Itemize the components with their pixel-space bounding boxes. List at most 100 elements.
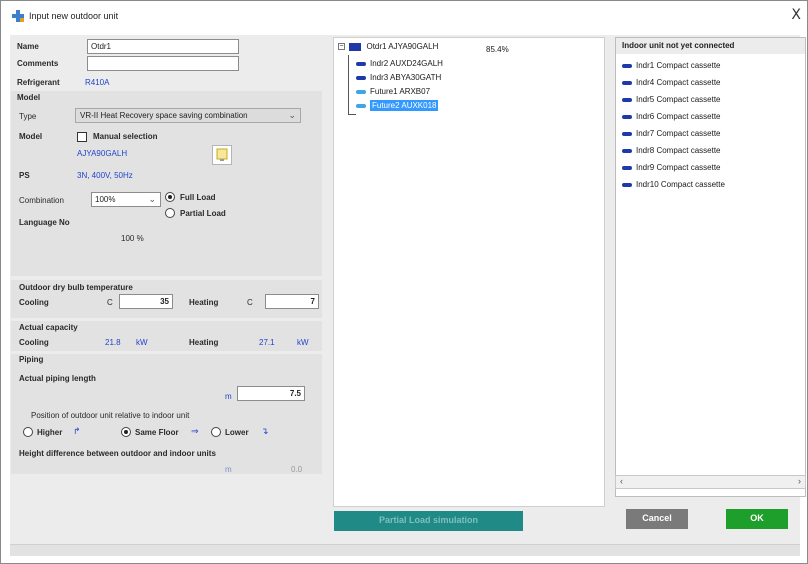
cooling-temp-input[interactable]: 35 xyxy=(119,294,173,309)
list-item-label: Indr5 Compact cassette xyxy=(636,95,721,104)
unconnected-list-header: Indoor unit not yet connected xyxy=(616,38,805,54)
list-item[interactable]: Indr4 Compact cassette xyxy=(622,78,720,87)
full-load-label: Full Load xyxy=(180,193,216,202)
outdoor-temp-title: Outdoor dry bulb temperature xyxy=(19,283,133,292)
outdoor-unit-icon xyxy=(349,42,362,51)
comments-label: Comments xyxy=(17,59,59,68)
higher-label: Higher xyxy=(37,428,63,437)
indoor-unit-icon xyxy=(622,80,632,85)
list-item[interactable]: Indr10 Compact cassette xyxy=(622,180,725,189)
list-item[interactable]: Indr7 Compact cassette xyxy=(622,129,720,138)
piping-length-input[interactable]: 7.5 xyxy=(237,386,305,401)
chevron-down-icon: ⌄ xyxy=(288,110,296,120)
height-diff-value: 0.0 xyxy=(291,465,303,474)
capacity-heating-value: 27.1 xyxy=(259,338,275,347)
combination-select[interactable]: 100% ⌄ xyxy=(91,192,161,207)
tree-child-selected[interactable]: Future2 AUXK018 xyxy=(356,100,439,111)
close-button[interactable]: X xyxy=(791,7,801,23)
unit-tree[interactable]: − Otdr1 AJYA90GALH 85.4% Indr2 AUXD24GAL… xyxy=(333,37,605,507)
model-section-title: Model xyxy=(17,93,41,102)
status-strip xyxy=(10,544,800,556)
collapse-icon[interactable]: − xyxy=(338,43,345,51)
language-value: 100 % xyxy=(121,234,144,243)
capacity-heating-label: Heating xyxy=(189,338,219,347)
language-label: Language No xyxy=(19,218,70,227)
capacity-cooling-value: 21.8 xyxy=(105,338,121,347)
list-item[interactable]: Indr1 Compact cassette xyxy=(622,61,720,70)
tree-child-label: Future2 AUXK018 xyxy=(370,100,439,111)
future-unit-icon xyxy=(356,89,366,94)
indoor-unit-icon xyxy=(356,75,366,80)
tree-child[interactable]: Future1 ARXB07 xyxy=(356,87,430,96)
list-item[interactable]: Indr6 Compact cassette xyxy=(622,112,720,121)
future-unit-icon xyxy=(356,103,366,108)
indoor-unit-icon xyxy=(622,114,632,119)
list-item[interactable]: Indr8 Compact cassette xyxy=(622,146,720,155)
type-label: Type xyxy=(19,112,37,121)
piping-title: Piping xyxy=(19,355,44,364)
list-item[interactable]: Indr5 Compact cassette xyxy=(622,95,720,104)
list-item-label: Indr7 Compact cassette xyxy=(636,129,721,138)
capacity-cooling-label: Cooling xyxy=(19,338,49,347)
tree-child[interactable]: Indr3 ABYA30GATH xyxy=(356,73,441,82)
combination-value: 100% xyxy=(95,195,116,204)
ok-button[interactable]: OK xyxy=(726,509,788,529)
arrow-down-icon: ↴ xyxy=(261,426,269,436)
type-select[interactable]: VR-II Heat Recovery space saving combina… xyxy=(75,108,301,123)
model-value: AJYA90GALH xyxy=(77,149,128,158)
window-title: Input new outdoor unit xyxy=(29,11,119,21)
partial-load-label: Partial Load xyxy=(180,209,226,218)
height-diff-unit: m xyxy=(225,465,232,474)
unconnected-list[interactable]: Indoor unit not yet connected Indr1 Comp… xyxy=(615,37,806,497)
partial-load-simulation-button[interactable]: Partial Load simulation xyxy=(334,511,523,531)
same-floor-label: Same Floor xyxy=(135,428,179,437)
full-load-radio[interactable] xyxy=(165,192,175,202)
manual-selection-label: Manual selection xyxy=(93,132,158,141)
manual-selection-checkbox[interactable] xyxy=(77,132,87,142)
capacity-heating-unit: kW xyxy=(297,338,309,347)
actual-capacity-title: Actual capacity xyxy=(19,323,78,332)
partial-load-radio[interactable] xyxy=(165,208,175,218)
bulb-icon xyxy=(216,148,228,161)
cancel-button[interactable]: Cancel xyxy=(626,509,688,529)
left-panel: Name Otdr1 Comments Refrigerant R410A Mo… xyxy=(11,36,322,544)
higher-radio[interactable] xyxy=(23,427,33,437)
indoor-unit-icon xyxy=(622,182,632,187)
cooling-temp-unit: C xyxy=(107,298,113,307)
heating-temp-unit: C xyxy=(247,298,253,307)
lower-label: Lower xyxy=(225,428,249,437)
tree-connector xyxy=(348,55,356,115)
list-item-label: Indr9 Compact cassette xyxy=(636,163,721,172)
height-diff-label: Height difference between outdoor and in… xyxy=(19,449,216,458)
scroll-right-icon[interactable]: › xyxy=(798,476,801,486)
lower-radio[interactable] xyxy=(211,427,221,437)
combination-label: Combination xyxy=(19,196,64,205)
heating-temp-input[interactable]: 7 xyxy=(265,294,319,309)
tree-child[interactable]: Indr2 AUXD24GALH xyxy=(356,59,443,68)
comments-field[interactable] xyxy=(87,56,239,71)
app-icon xyxy=(12,10,24,22)
tree-child-label: Indr3 ABYA30GATH xyxy=(370,73,442,82)
title-bar: Input new outdoor unit X xyxy=(2,2,807,33)
tree-root-percent: 85.4% xyxy=(486,45,509,54)
capacity-cooling-unit: kW xyxy=(136,338,148,347)
same-floor-radio[interactable] xyxy=(121,427,131,437)
scroll-left-icon[interactable]: ‹ xyxy=(620,476,623,486)
refrigerant-value: R410A xyxy=(85,78,110,87)
tree-root[interactable]: − Otdr1 AJYA90GALH xyxy=(338,42,438,51)
indoor-unit-icon xyxy=(622,148,632,153)
name-field[interactable]: Otdr1 xyxy=(87,39,239,54)
piping-length-unit: m xyxy=(225,392,232,401)
tree-child-label: Future1 ARXB07 xyxy=(370,87,431,96)
horizontal-scrollbar[interactable]: ‹ › xyxy=(615,475,806,489)
list-item[interactable]: Indr9 Compact cassette xyxy=(622,163,720,172)
refrigerant-label: Refrigerant xyxy=(17,78,60,87)
position-label: Position of outdoor unit relative to ind… xyxy=(31,411,190,420)
indoor-unit-icon xyxy=(356,61,366,66)
list-item-label: Indr6 Compact cassette xyxy=(636,112,721,121)
model-lookup-button[interactable] xyxy=(212,145,232,165)
heating-temp-label: Heating xyxy=(189,298,219,307)
indoor-unit-icon xyxy=(622,165,632,170)
tree-root-label: Otdr1 AJYA90GALH xyxy=(366,42,439,51)
arrow-right-icon: ⇒ xyxy=(191,426,199,436)
